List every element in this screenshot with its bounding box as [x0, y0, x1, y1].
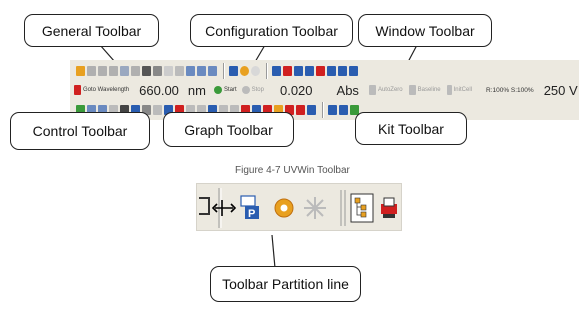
initcell-button[interactable]: InitCell	[454, 87, 472, 93]
stop-button[interactable]: Stop	[252, 87, 264, 93]
baseline-button[interactable]: Baseline	[418, 87, 441, 93]
window-c-icon[interactable]	[305, 66, 314, 76]
config-p-icon: P	[240, 195, 259, 220]
autozero-button[interactable]: AutoZero	[378, 87, 403, 93]
toolbar-row-1	[70, 60, 579, 82]
config-p-icon[interactable]	[229, 66, 238, 76]
initcell-icon	[446, 85, 452, 95]
gear-icon	[274, 198, 294, 218]
kit-toolbar-label: Kit Toolbar	[378, 120, 444, 137]
window-e-icon[interactable]	[327, 66, 336, 76]
graph-pen2-icon[interactable]	[296, 105, 305, 115]
print-icon[interactable]	[120, 66, 129, 76]
save-all-icon[interactable]	[109, 66, 118, 76]
kit-a-icon[interactable]	[328, 105, 337, 115]
control-toolbar-label: Control Toolbar	[32, 123, 128, 139]
window-toolbar-callout: Window Toolbar	[358, 14, 492, 47]
stop-icon	[241, 86, 250, 94]
graph-pen3-icon[interactable]	[307, 105, 316, 115]
general-toolbar-label: General Toolbar	[41, 22, 142, 39]
control-toolbar-row: Goto Wavelength 660.00 nm Start Stop 0.0…	[70, 80, 579, 100]
partition-line-label: Toolbar Partition line	[222, 276, 349, 292]
refresh-icon	[199, 197, 210, 215]
toolbar-detail-zoom: P	[196, 183, 402, 231]
tile-icon[interactable]	[272, 66, 281, 76]
autozero-icon	[368, 85, 376, 95]
window-a-icon[interactable]	[283, 66, 292, 76]
open-icon[interactable]	[87, 66, 96, 76]
kit-b-icon[interactable]	[339, 105, 348, 115]
graph-toolbar-label: Graph Toolbar	[184, 121, 273, 138]
save-icon[interactable]	[98, 66, 107, 76]
window-g-icon[interactable]	[349, 66, 358, 76]
general-toolbar-callout: General Toolbar	[24, 14, 159, 47]
svg-text:P: P	[248, 208, 255, 220]
graph-toolbar-callout: Graph Toolbar	[163, 112, 294, 147]
graph-cursor-icon[interactable]	[153, 105, 162, 115]
tree-view-icon	[350, 193, 374, 223]
partition-line-callout: Toolbar Partition line	[210, 266, 361, 302]
absorbance-value: 0.020	[279, 82, 313, 98]
undo-icon[interactable]	[175, 66, 184, 76]
resize-cursor-icon	[211, 200, 237, 216]
lamp-icon[interactable]	[251, 66, 260, 76]
wavelength-value: 660.00	[139, 82, 179, 98]
parameter-icon[interactable]	[197, 66, 206, 76]
window-f-icon[interactable]	[338, 66, 347, 76]
uvwin-toolbar: Goto Wavelength 660.00 nm Start Stop 0.0…	[70, 60, 579, 120]
window-b-icon[interactable]	[294, 66, 303, 76]
wavelength-unit: nm	[187, 82, 206, 98]
status-text: R:100% S:100%	[485, 86, 534, 94]
absorbance-unit: Abs	[336, 82, 359, 98]
start-icon	[213, 86, 222, 94]
new-icon[interactable]	[76, 66, 85, 76]
goto-wavelength-icon	[74, 85, 81, 95]
toolbar-separator	[223, 63, 225, 79]
toolbar-separator	[266, 63, 268, 79]
cut-icon[interactable]	[164, 66, 173, 76]
preview-icon[interactable]	[131, 66, 140, 76]
goto-wavelength-button[interactable]: Goto Wavelength	[83, 87, 129, 93]
baseline-icon	[408, 85, 416, 95]
report-icon[interactable]	[208, 66, 217, 76]
window-d-icon[interactable]	[316, 66, 325, 76]
configuration-toolbar-label: Configuration Toolbar	[205, 22, 338, 39]
paste-icon[interactable]	[153, 66, 162, 76]
gear-icon[interactable]	[240, 66, 249, 76]
lamp-icon	[304, 197, 326, 219]
voltage-value: 250 V	[543, 82, 578, 98]
window-toolbar-label: Window Toolbar	[375, 22, 475, 39]
toolbar-detail-graphic: P	[199, 188, 397, 228]
method-icon[interactable]	[186, 66, 195, 76]
toolbar-separator	[322, 102, 324, 118]
control-toolbar-callout: Control Toolbar	[10, 112, 150, 150]
start-button[interactable]: Start	[224, 87, 237, 93]
print-icon	[381, 197, 397, 218]
copy-icon[interactable]	[142, 66, 151, 76]
kit-toolbar-callout: Kit Toolbar	[355, 112, 467, 145]
figure-caption: Figure 4-7 UVWin Toolbar	[235, 165, 350, 176]
configuration-toolbar-callout: Configuration Toolbar	[190, 14, 353, 47]
